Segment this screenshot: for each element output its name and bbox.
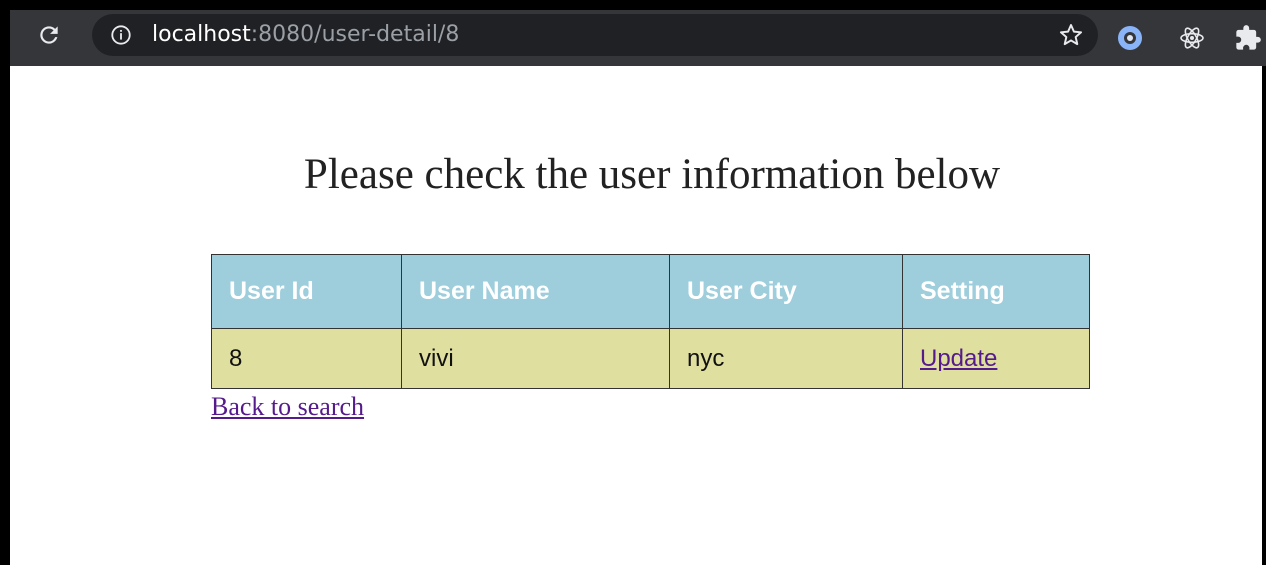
column-header-user-name: User Name: [401, 254, 670, 329]
star-icon[interactable]: [1058, 22, 1084, 48]
table-header-row: User Id User Name User City Setting: [211, 254, 1090, 329]
column-header-user-city: User City: [669, 254, 903, 329]
url-path: :8080/user-detail/8: [250, 22, 460, 47]
page-viewport: Please check the user information below …: [10, 66, 1262, 565]
address-bar[interactable]: localhost:8080/user-detail/8: [92, 14, 1098, 56]
info-icon[interactable]: [110, 24, 132, 46]
url-host: localhost: [152, 22, 251, 47]
column-header-setting: Setting: [902, 254, 1090, 329]
cell-setting: Update: [902, 328, 1090, 389]
browser-frame: localhost:8080/user-detail/8 Please chec…: [0, 0, 1266, 565]
back-to-search-link[interactable]: Back to search: [211, 392, 364, 422]
user-table: User Id User Name User City Setting 8 vi…: [211, 254, 1090, 389]
table-row: 8 vivi nyc Update: [211, 328, 1090, 389]
page-title: Please check the user information below: [303, 151, 1001, 198]
circle-extension-icon[interactable]: [1116, 24, 1144, 52]
url-text[interactable]: localhost:8080/user-detail/8: [152, 14, 459, 56]
browser-toolbar: localhost:8080/user-detail/8: [10, 10, 1266, 66]
reload-icon: [40, 26, 58, 44]
cell-user-city: nyc: [669, 328, 903, 389]
react-devtools-icon[interactable]: [1178, 24, 1206, 52]
puzzle-icon[interactable]: [1234, 24, 1262, 52]
column-header-user-id: User Id: [211, 254, 402, 329]
update-link[interactable]: Update: [920, 345, 997, 372]
cell-user-id: 8: [211, 328, 402, 389]
cell-user-name: vivi: [401, 328, 670, 389]
reload-button[interactable]: [32, 18, 66, 52]
